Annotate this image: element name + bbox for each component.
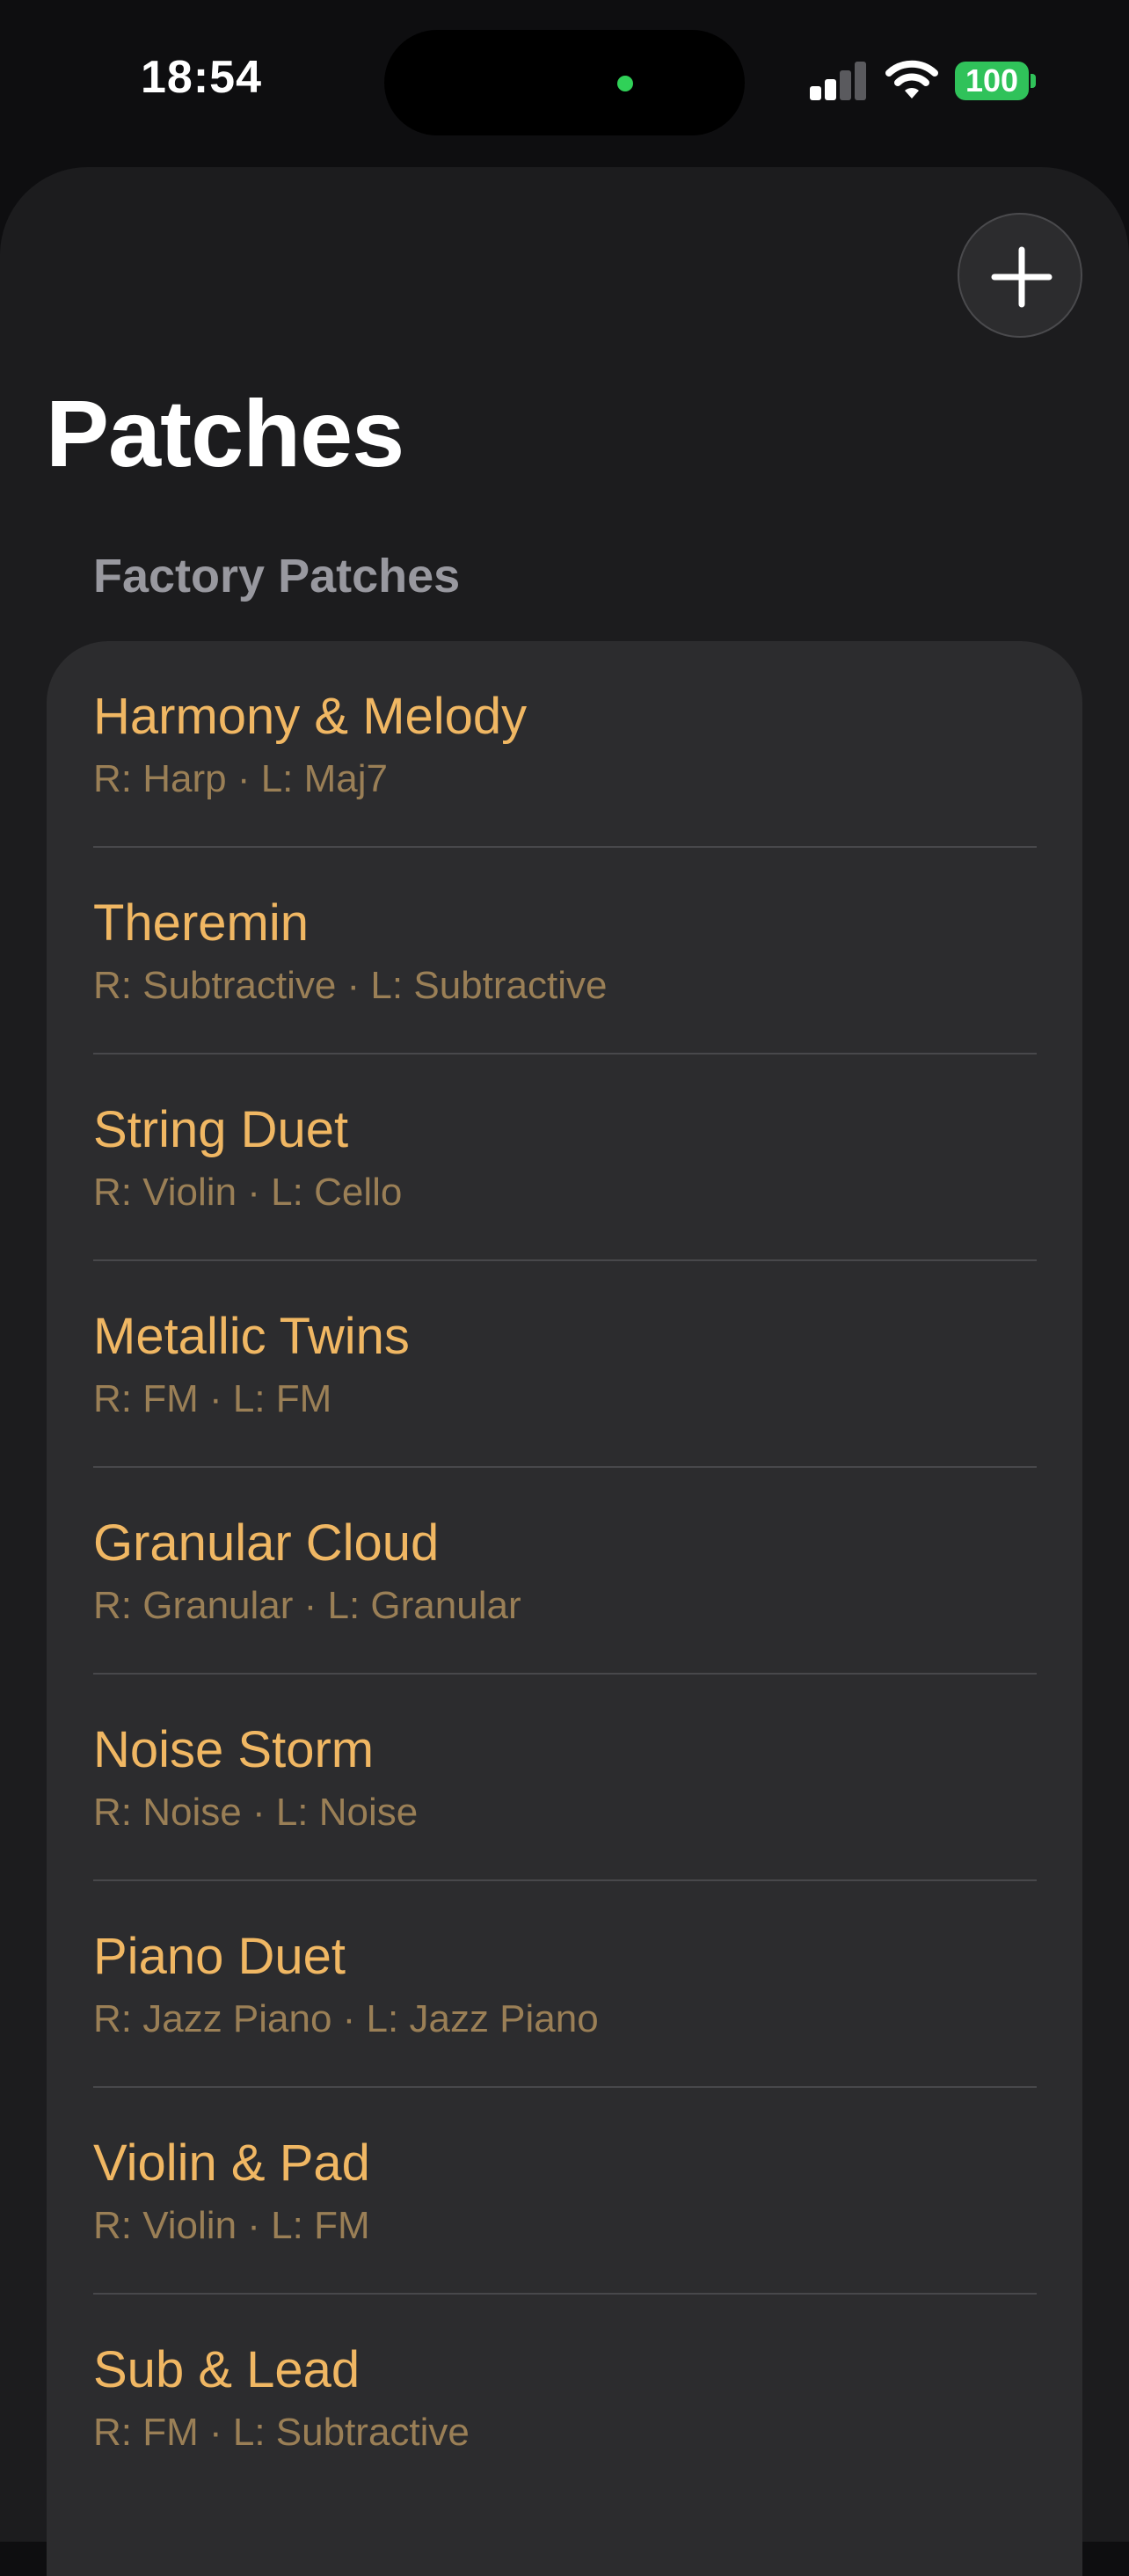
plus-icon xyxy=(991,246,1053,308)
patch-row[interactable]: Theremin R: Subtractive · L: Subtractive xyxy=(47,848,1082,1054)
status-bar: 18:54 100 xyxy=(0,0,1129,167)
patch-row[interactable]: Violin & Pad R: Violin · L: FM xyxy=(47,2088,1082,2295)
patch-detail: R: Jazz Piano · L: Jazz Piano xyxy=(93,1997,599,2040)
patch-detail: R: Violin · L: Cello xyxy=(93,1171,403,1214)
patch-row[interactable]: Granular Cloud R: Granular · L: Granular xyxy=(47,1468,1082,1675)
battery-tip xyxy=(1031,74,1036,88)
patch-row[interactable]: Metallic Twins R: FM · L: FM xyxy=(47,1261,1082,1468)
wifi-icon xyxy=(885,58,939,102)
patch-name: Noise Storm xyxy=(93,1721,375,1778)
patch-row[interactable]: String Duet R: Violin · L: Cello xyxy=(47,1054,1082,1261)
patch-detail: R: Granular · L: Granular xyxy=(93,1584,521,1627)
patch-detail: R: Subtractive · L: Subtractive xyxy=(93,964,608,1007)
patch-name: String Duet xyxy=(93,1101,349,1158)
patch-detail: R: Harp · L: Maj7 xyxy=(93,757,388,800)
patch-name: Theremin xyxy=(93,894,309,952)
patch-name: Violin & Pad xyxy=(93,2135,370,2192)
patch-detail: R: Violin · L: FM xyxy=(93,2204,370,2247)
privacy-indicator-dot xyxy=(617,76,633,91)
patch-detail: R: FM · L: Subtractive xyxy=(93,2411,470,2454)
patch-name: Piano Duet xyxy=(93,1928,346,1985)
add-patch-button[interactable] xyxy=(958,213,1082,338)
page-title: Patches xyxy=(46,380,404,486)
patch-row[interactable]: Sub & Lead R: FM · L: Subtractive xyxy=(47,2295,1082,2501)
patch-row[interactable]: Harmony & Melody R: Harp · L: Maj7 xyxy=(47,641,1082,848)
patch-row[interactable]: Noise Storm R: Noise · L: Noise xyxy=(47,1675,1082,1881)
patch-detail: R: Noise · L: Noise xyxy=(93,1791,419,1834)
patch-row[interactable]: Piano Duet R: Jazz Piano · L: Jazz Piano xyxy=(47,1881,1082,2088)
patch-name: Sub & Lead xyxy=(93,2341,361,2398)
patch-detail: R: FM · L: FM xyxy=(93,1377,332,1420)
dynamic-island xyxy=(384,30,745,135)
status-time: 18:54 xyxy=(141,52,262,103)
patch-name: Granular Cloud xyxy=(93,1514,440,1572)
patch-name: Metallic Twins xyxy=(93,1308,410,1365)
patch-name: Harmony & Melody xyxy=(93,688,528,745)
patch-list: Harmony & Melody R: Harp · L: Maj7 There… xyxy=(47,641,1082,2576)
battery-icon: 100 xyxy=(955,62,1029,100)
section-header-factory-patches: Factory Patches xyxy=(93,550,461,602)
cellular-signal-icon xyxy=(810,62,866,100)
